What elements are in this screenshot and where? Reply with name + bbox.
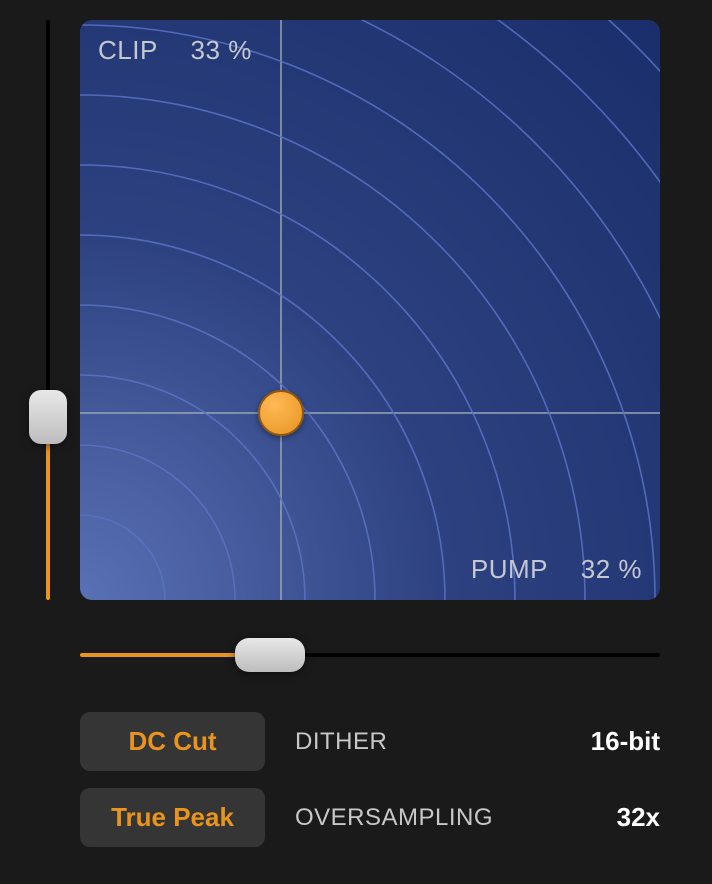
- dc-cut-toggle[interactable]: DC Cut: [80, 712, 265, 771]
- dither-value[interactable]: 16-bit: [591, 726, 660, 757]
- clip-label: CLIP: [98, 35, 158, 65]
- dc-cut-label: DC Cut: [128, 726, 216, 756]
- oversampling-label: OVERSAMPLING: [295, 804, 587, 832]
- true-peak-toggle[interactable]: True Peak: [80, 788, 265, 847]
- xy-pad-handle[interactable]: [258, 390, 304, 436]
- dither-label: DITHER: [295, 728, 561, 756]
- pump-label: PUMP: [471, 554, 548, 584]
- oversampling-value[interactable]: 32x: [617, 802, 660, 833]
- clip-value: 33 %: [191, 35, 252, 65]
- true-peak-label: True Peak: [111, 802, 234, 832]
- xy-pad-grid: [80, 20, 660, 600]
- vertical-slider[interactable]: [32, 20, 64, 600]
- pump-value: 32 %: [581, 554, 642, 584]
- vertical-slider-thumb[interactable]: [29, 390, 67, 444]
- xy-pad[interactable]: CLIP 33 % PUMP 32 %: [80, 20, 660, 600]
- horizontal-slider-fill: [80, 653, 252, 657]
- horizontal-slider[interactable]: [80, 628, 660, 682]
- pump-label-group: PUMP 32 %: [471, 554, 642, 585]
- horizontal-slider-thumb[interactable]: [235, 638, 305, 672]
- clip-label-group: CLIP 33 %: [98, 35, 252, 66]
